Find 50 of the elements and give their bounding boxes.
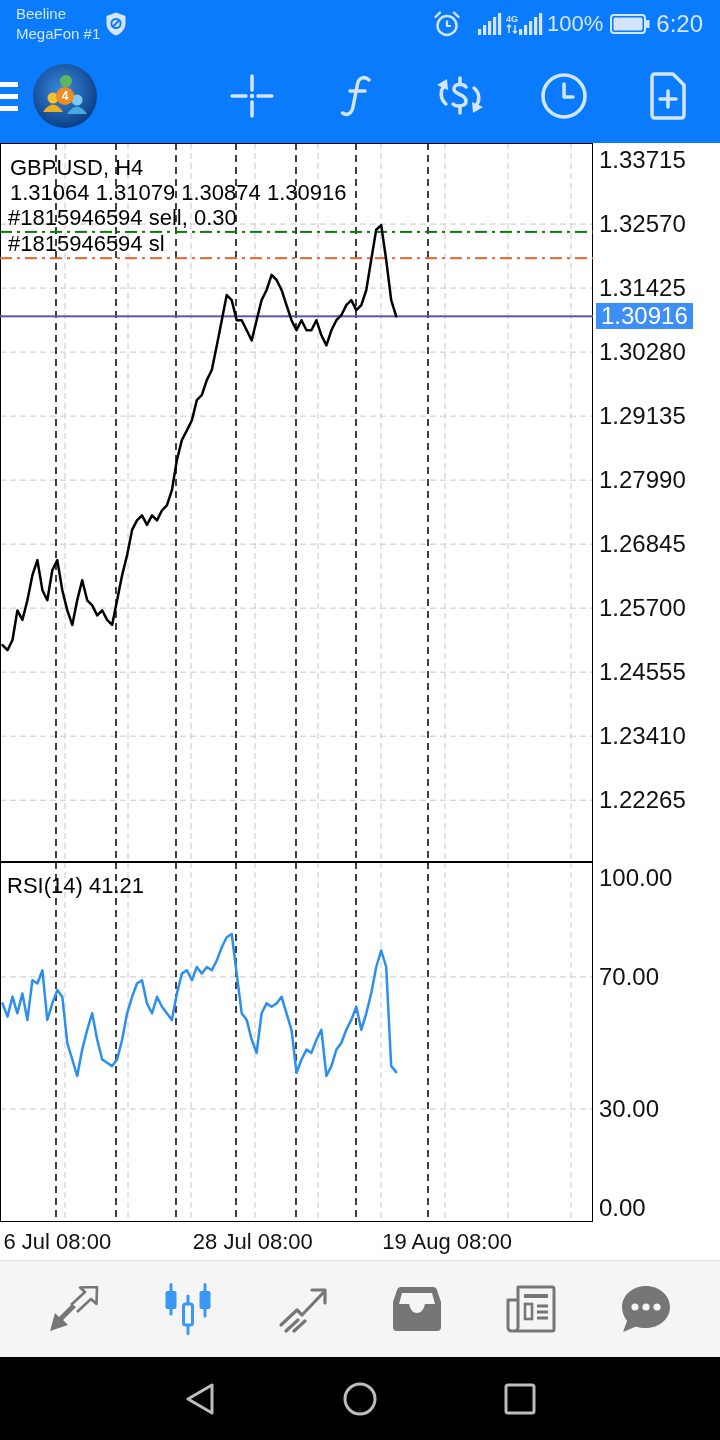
signal-icon	[478, 13, 502, 35]
inbox-icon	[392, 1286, 443, 1332]
crosshair-icon	[230, 73, 274, 118]
menu-icon	[0, 79, 18, 112]
function-icon	[339, 73, 373, 118]
current-price-tag: 1.30916	[596, 303, 693, 330]
symbol-label: GBPUSD, H4	[10, 155, 145, 180]
price-axis-label: 1.23410	[599, 722, 686, 751]
rsi-axis-label: 30.00	[599, 1095, 660, 1124]
rsi-label: RSI(14) 41.21	[7, 874, 144, 898]
back-icon	[185, 1381, 215, 1416]
candlestick-icon	[163, 1283, 214, 1335]
time-axis-label: 28 Jul 08:00	[192, 1228, 313, 1256]
data-arrows-icon	[506, 24, 518, 34]
battery-icon	[610, 14, 651, 34]
home-icon	[343, 1381, 377, 1416]
rsi-axis-label: 100.00	[599, 863, 673, 892]
time-axis-label: 19 Aug 08:00	[382, 1228, 512, 1256]
clock-icon	[541, 72, 587, 119]
recents-icon	[504, 1382, 536, 1415]
ohlc-values: 1.31064 1.31079 1.30874 1.30916	[10, 180, 347, 205]
battery-percent: 100%	[547, 11, 604, 37]
clock-time: 6:20	[656, 10, 703, 38]
shield-icon	[106, 12, 127, 36]
time-axis-label: 6 Jul 08:00	[3, 1228, 112, 1256]
price-axis-label: 1.24555	[599, 658, 686, 687]
app-logo-icon	[33, 63, 97, 128]
alarm-icon	[434, 11, 460, 37]
price-axis-label: 1.29135	[599, 402, 686, 431]
price-axis-label: 1.27990	[599, 466, 686, 495]
double-arrow-icon	[49, 1286, 100, 1332]
newspaper-icon	[506, 1284, 557, 1334]
price-axis-label: 1.22265	[599, 786, 686, 815]
signal-icon	[519, 13, 543, 35]
price-level-label: #1815946594 sell, 0.30	[8, 205, 237, 230]
chat-bubble-icon	[620, 1285, 671, 1333]
price-axis-label: 1.25700	[599, 594, 686, 623]
price-level-label: #1815946594 sl	[8, 232, 165, 257]
carrier-name: Beeline	[16, 4, 68, 24]
network-type: 4G	[506, 14, 518, 24]
price-axis-label: 1.26845	[599, 530, 686, 559]
price-axis-label: 1.32570	[599, 210, 686, 239]
new-document-icon	[650, 71, 686, 120]
price-axis-label: 1.30280	[599, 338, 686, 367]
trend-arrow-icon	[277, 1285, 328, 1333]
price-axis-label: 1.33715	[599, 146, 686, 175]
carrier-name: MegaFon #1	[16, 24, 101, 44]
rsi-axis-label: 0.00	[599, 1194, 646, 1223]
price-axis-label: 1.31425	[599, 274, 686, 303]
rsi-axis-label: 70.00	[599, 962, 660, 991]
